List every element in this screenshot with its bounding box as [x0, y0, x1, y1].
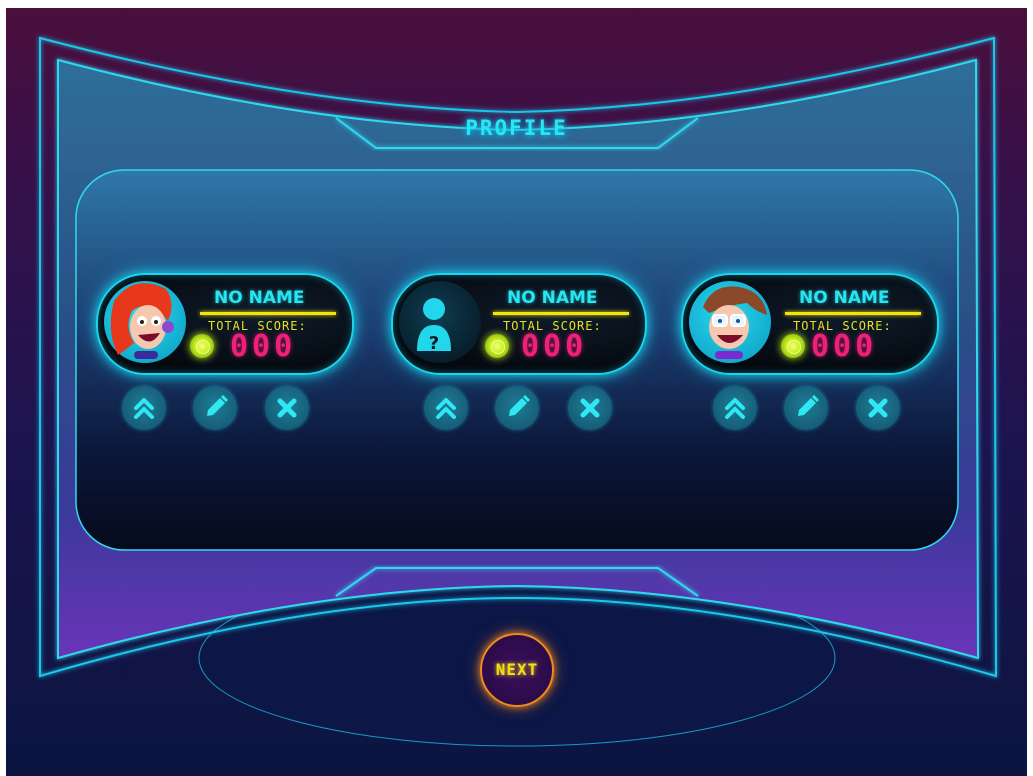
- coin-icon: [485, 334, 509, 358]
- edit-pencil-icon: [509, 394, 531, 416]
- profile-name: NO NAME: [507, 288, 598, 308]
- profile-card-1[interactable]: NO NAME TOTAL SCORE: 000: [96, 273, 354, 375]
- edit-pencil-icon: [798, 394, 820, 416]
- score-value: 000: [230, 329, 297, 364]
- profile-name: NO NAME: [799, 288, 890, 308]
- delete-x-icon: [868, 398, 888, 418]
- delete-profile-2-button[interactable]: [568, 386, 612, 430]
- select-icon: [134, 398, 154, 419]
- profile-screen: PROFILE NO NAME TOTAL SCORE: 000 ? NO NA…: [6, 8, 1027, 776]
- select-profile-2-button[interactable]: [424, 386, 468, 430]
- select-icon: [436, 398, 456, 419]
- profile-card-2[interactable]: ? NO NAME TOTAL SCORE: 000: [391, 273, 647, 375]
- name-underline: [200, 312, 336, 315]
- delete-x-icon: [580, 398, 600, 418]
- page-title: PROFILE: [465, 116, 568, 140]
- edit-profile-1-button[interactable]: [193, 386, 237, 430]
- select-profile-1-button[interactable]: [122, 386, 166, 430]
- select-profile-3-button[interactable]: [713, 386, 757, 430]
- coin-icon: [781, 334, 805, 358]
- score-value: 000: [811, 329, 878, 364]
- next-button[interactable]: NEXT: [480, 633, 554, 707]
- edit-profile-2-button[interactable]: [495, 386, 539, 430]
- delete-profile-3-button[interactable]: [856, 386, 900, 430]
- unknown-user-icon: ?: [399, 281, 481, 363]
- profile-name: NO NAME: [214, 288, 305, 308]
- edit-pencil-icon: [207, 394, 229, 416]
- score-value: 000: [521, 329, 588, 364]
- svg-text:?: ?: [429, 333, 439, 354]
- girl-avatar-icon: [104, 281, 186, 363]
- delete-profile-1-button[interactable]: [265, 386, 309, 430]
- profile-card-3[interactable]: NO NAME TOTAL SCORE: 000: [681, 273, 939, 375]
- delete-x-icon: [277, 398, 297, 418]
- coin-icon: [190, 334, 214, 358]
- boy-avatar-icon: [689, 281, 771, 363]
- edit-profile-3-button[interactable]: [784, 386, 828, 430]
- name-underline: [493, 312, 629, 315]
- select-icon: [725, 398, 745, 419]
- name-underline: [785, 312, 921, 315]
